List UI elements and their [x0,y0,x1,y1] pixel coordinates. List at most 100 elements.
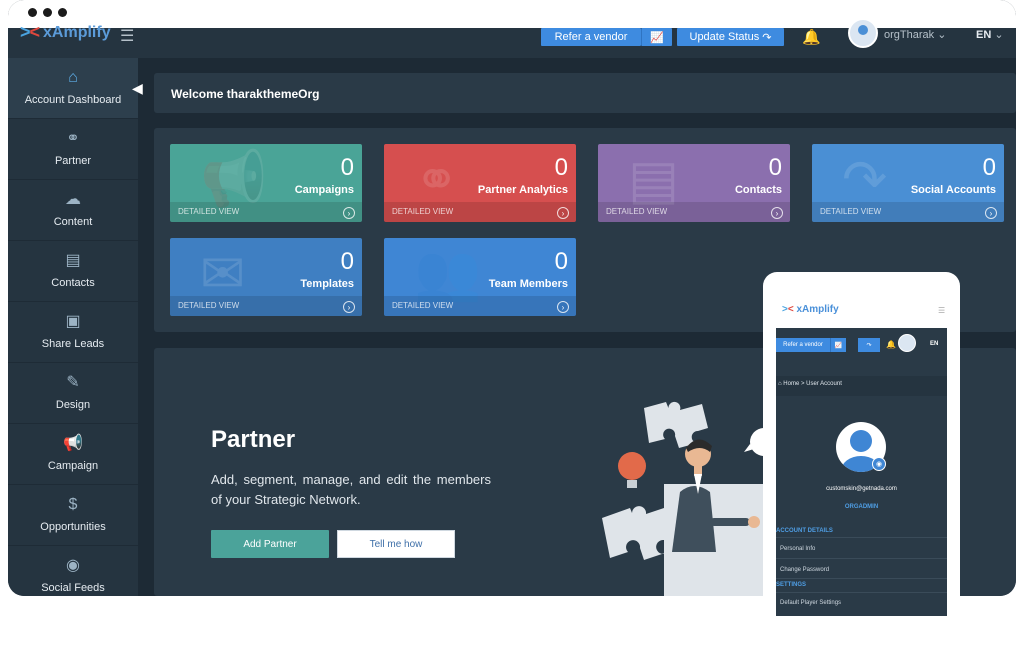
stat-value: 0 [554,154,568,181]
change-password-link[interactable]: Change Password [780,567,947,573]
stat-value: 0 [768,154,782,181]
detailed-view-link[interactable]: DETAILED VIEW [392,207,453,216]
chart-line-icon[interactable]: 📈 [830,338,846,352]
logo-x-icon: < [29,22,41,42]
sidebar-item-label: Contacts [51,277,95,289]
sidebar-item-label: Campaign [47,460,99,472]
stat-card-templates[interactable]: ✉ 0 Templates DETAILED VIEW › [170,238,362,316]
breadcrumb-home[interactable]: Home [783,381,799,387]
logo-x-icon: < [787,304,794,315]
stat-label: Templates [300,278,354,290]
divider [776,537,947,538]
sidebar-item-label: Partner [54,155,92,167]
sidebar-item-content[interactable]: ☁ Content [8,180,138,241]
sidebar-item-opportunities[interactable]: $ Opportunities [8,485,138,546]
megaphone-icon: 📢 [63,435,83,452]
mobile-header: >< xAmplify ☰ [776,272,947,328]
breadcrumb-current: User Account [806,381,842,387]
profile-email: customskin@getnada.com [826,486,897,492]
sidebar-item-share-leads[interactable]: ▣ Share Leads [8,302,138,363]
mobile-brand-logo[interactable]: >< xAmplify [782,304,839,315]
sidebar-item-campaign[interactable]: 📢 Campaign [8,424,138,485]
rss-icon: ◉ [66,557,80,574]
sidebar-item-label: Design [55,399,91,411]
window-dot-icon[interactable] [58,8,67,17]
handshake-icon: ⚭ [66,130,80,147]
sidebar-item-partner[interactable]: ⚭ Partner [8,119,138,180]
section-account-details: ACCOUNT DETAILS [776,528,833,534]
welcome-banner: Welcome tharakthemeOrg [154,73,1016,113]
bell-icon[interactable]: 🔔 [886,340,896,349]
bell-icon[interactable]: 🔔 [802,28,821,46]
sidebar: ⌂ Account Dashboard ⚭ Partner ☁ Content ▤ Conta… [8,58,138,596]
arrow-right-circle-icon[interactable]: › [557,301,569,313]
brand-name: xAmplify [43,23,111,41]
sidebar-item-label: Content [53,216,93,228]
stat-label: Campaigns [294,184,354,196]
detailed-view-link[interactable]: DETAILED VIEW [178,207,239,216]
sidebar-item-design[interactable]: ✎ Design [8,363,138,424]
arrow-right-circle-icon[interactable]: › [985,207,997,219]
mobile-refer-vendor-button[interactable]: Refer a vendor [776,338,830,352]
detailed-view-link[interactable]: DETAILED VIEW [392,301,453,310]
stat-value: 0 [340,154,354,181]
tell-me-how-button[interactable]: Tell me how [337,530,455,558]
stat-label: Contacts [734,184,782,196]
stat-card-partner-analytics[interactable]: ⚭ 0 Partner Analytics DETAILED VIEW › [384,144,576,222]
divider [776,592,947,593]
arrow-right-circle-icon[interactable]: › [343,301,355,313]
stat-label: Social Accounts [910,184,996,196]
home-icon: ⌂ [778,381,782,387]
chart-line-icon[interactable]: 📈 [641,28,672,46]
sidebar-item-social-feeds[interactable]: ◉ Social Feeds [8,546,138,596]
sidebar-item-account-dashboard[interactable]: ⌂ Account Dashboard [8,58,138,119]
chevron-down-icon: ⌄ [994,29,1004,41]
avatar[interactable] [848,18,878,48]
default-player-settings-link[interactable]: Default Player Settings [780,600,947,606]
arrow-right-circle-icon[interactable]: › [771,207,783,219]
language-selector[interactable]: EN ⌄ [976,28,1004,41]
brand-logo[interactable]: > < xAmplify [20,22,111,43]
window-controls [28,8,67,17]
divider [776,558,947,559]
top-navbar: > < xAmplify ☰ Refer a vendor 📈 Update St… [8,18,1016,58]
partner-description: Add, segment, manage, and edit the membe… [211,472,491,507]
avatar[interactable] [898,334,916,352]
update-status-button[interactable]: Update Status ↷ [677,28,784,46]
mobile-toolbar: Refer a vendor 📈 ↷ 🔔 EN [776,328,947,360]
arrow-right-circle-icon[interactable]: › [343,207,355,219]
camera-icon[interactable]: ◉ [872,457,886,471]
stat-card-social-accounts[interactable]: ↷ 0 Social Accounts DETAILED VIEW › [812,144,1004,222]
detailed-view-link[interactable]: DETAILED VIEW [606,207,667,216]
detailed-view-link[interactable]: DETAILED VIEW [820,207,881,216]
detailed-view-link[interactable]: DETAILED VIEW [178,301,239,310]
partner-title: Partner [211,426,296,453]
breadcrumb: ⌂ Home > User Account [776,376,947,396]
collapse-sidebar-icon[interactable]: ◀ [132,80,143,97]
mobile-menu-icon[interactable]: ☰ [938,306,945,315]
mobile-screen: >< xAmplify ☰ Refer a vendor 📈 ↷ 🔔 EN ⌂ … [776,272,947,616]
breadcrumb-separator: > [800,381,805,387]
mobile-preview: >< xAmplify ☰ Refer a vendor 📈 ↷ 🔔 EN ⌂ … [763,272,960,652]
stat-card-team-members[interactable]: 👥 0 Team Members DETAILED VIEW › [384,238,576,316]
language-code: EN [976,29,992,41]
user-menu[interactable]: orgTharak ⌄ [884,28,946,41]
stat-value: 0 [554,248,568,275]
profile-role: ORGADMIN [844,504,879,510]
stat-label: Team Members [488,278,568,290]
share-arrow-icon[interactable]: ↷ [858,338,880,352]
personal-info-link[interactable]: Personal Info [780,546,947,552]
section-settings: SETTINGS [776,582,807,588]
hamburger-menu-icon[interactable]: ☰ [120,26,134,46]
window-dot-icon[interactable] [28,8,37,17]
add-partner-button[interactable]: Add Partner [211,530,329,558]
money-icon: $ [68,496,78,513]
refer-vendor-button[interactable]: Refer a vendor [541,28,641,46]
stat-card-campaigns[interactable]: 📢 0 Campaigns DETAILED VIEW › [170,144,362,222]
arrow-right-circle-icon[interactable]: › [557,207,569,219]
window-dot-icon[interactable] [43,8,52,17]
divider [776,578,947,579]
sidebar-item-contacts[interactable]: ▤ Contacts [8,241,138,302]
stat-card-contacts[interactable]: ▤ 0 Contacts DETAILED VIEW › [598,144,790,222]
mobile-language[interactable]: EN [930,341,938,347]
